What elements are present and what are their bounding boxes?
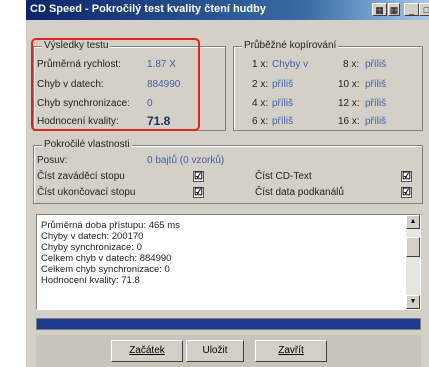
log-line: Celkem chyb v datech: 884990 xyxy=(41,253,172,264)
copy-speed: 6 x: xyxy=(252,116,269,127)
window-title: CD Speed - Pokročilý test kvality čtení … xyxy=(30,3,266,15)
read-leadin-checkbox[interactable]: ☑ xyxy=(193,171,204,182)
read-subchannel-checkbox[interactable]: ☑ xyxy=(401,187,412,198)
copy-status: příliš xyxy=(365,79,387,90)
copy-status: příliš xyxy=(272,116,294,127)
offset-value: 0 bajtů (0 vzorků) xyxy=(147,155,225,166)
log-scrollbar[interactable]: ▲ ▼ xyxy=(406,215,420,309)
option-label: Číst data podkanálů xyxy=(255,187,344,198)
grid-icon[interactable]: ▦ xyxy=(388,3,400,16)
scroll-thumb[interactable] xyxy=(406,237,420,257)
start-button[interactable]: Začátek xyxy=(111,340,183,362)
maximize-button[interactable]: □ xyxy=(419,3,429,16)
copy-status: příliš xyxy=(365,116,387,127)
log-line: Chyby v datech: 200170 xyxy=(41,231,144,242)
read-cdtext-checkbox[interactable]: ☑ xyxy=(401,171,412,182)
scroll-down-icon[interactable]: ▼ xyxy=(406,295,420,309)
copy-speed: 8 x: xyxy=(343,59,360,70)
log-line: Chyby synchronizace: 0 xyxy=(41,242,142,253)
title-bar[interactable]: CD Speed - Pokročilý test kvality čtení … xyxy=(26,0,429,20)
offset-label: Posuv: xyxy=(37,155,68,166)
copy-status: příliš xyxy=(365,59,387,70)
copy-status: příliš xyxy=(272,79,294,90)
option-label: Číst ukončovací stopu xyxy=(37,187,136,198)
copy-speed: 10 x: xyxy=(338,79,360,90)
start-button-label: Začátek xyxy=(129,345,165,356)
copy-speed: 1 x: xyxy=(252,59,269,70)
copy-speed: 16 x: xyxy=(338,116,360,127)
log-line: Hodnocení kvality: 71.8 xyxy=(41,275,140,286)
progress-bar xyxy=(36,318,421,330)
grid-icon[interactable]: ▦ xyxy=(372,3,387,16)
close-dialog-button[interactable]: Zavřít xyxy=(255,340,327,362)
copy-speed: 12 x: xyxy=(338,98,360,109)
option-label: Číst zaváděcí stopu xyxy=(37,171,125,182)
copying-group-label: Průběžné kopírování xyxy=(242,40,339,51)
copy-speed: 4 x: xyxy=(252,98,269,109)
log-textarea[interactable]: Průměrná doba přístupu: 465 ms Chyby v d… xyxy=(36,214,421,310)
save-button-label: Uložit xyxy=(202,345,228,356)
minimize-button[interactable]: _ xyxy=(404,3,419,16)
read-leadout-checkbox[interactable]: ☑ xyxy=(193,187,204,198)
copy-status: příliš xyxy=(272,98,294,109)
advanced-group-label: Pokročilé vlastnosti xyxy=(42,139,132,150)
log-line: Průměrná doba přístupu: 465 ms xyxy=(41,220,180,231)
progress-fill xyxy=(37,319,420,329)
scroll-up-icon[interactable]: ▲ xyxy=(406,215,420,229)
option-label: Číst CD-Text xyxy=(255,171,312,182)
log-line: Celkem chyb synchronizace: 0 xyxy=(41,264,170,275)
copy-status: příliš xyxy=(365,98,387,109)
highlight-box xyxy=(31,38,200,131)
copy-speed: 2 x: xyxy=(252,79,269,90)
save-button[interactable]: Uložit xyxy=(186,340,244,362)
copy-status: Chyby v xyxy=(272,59,309,70)
close-button-label: Zavřít xyxy=(278,345,304,356)
